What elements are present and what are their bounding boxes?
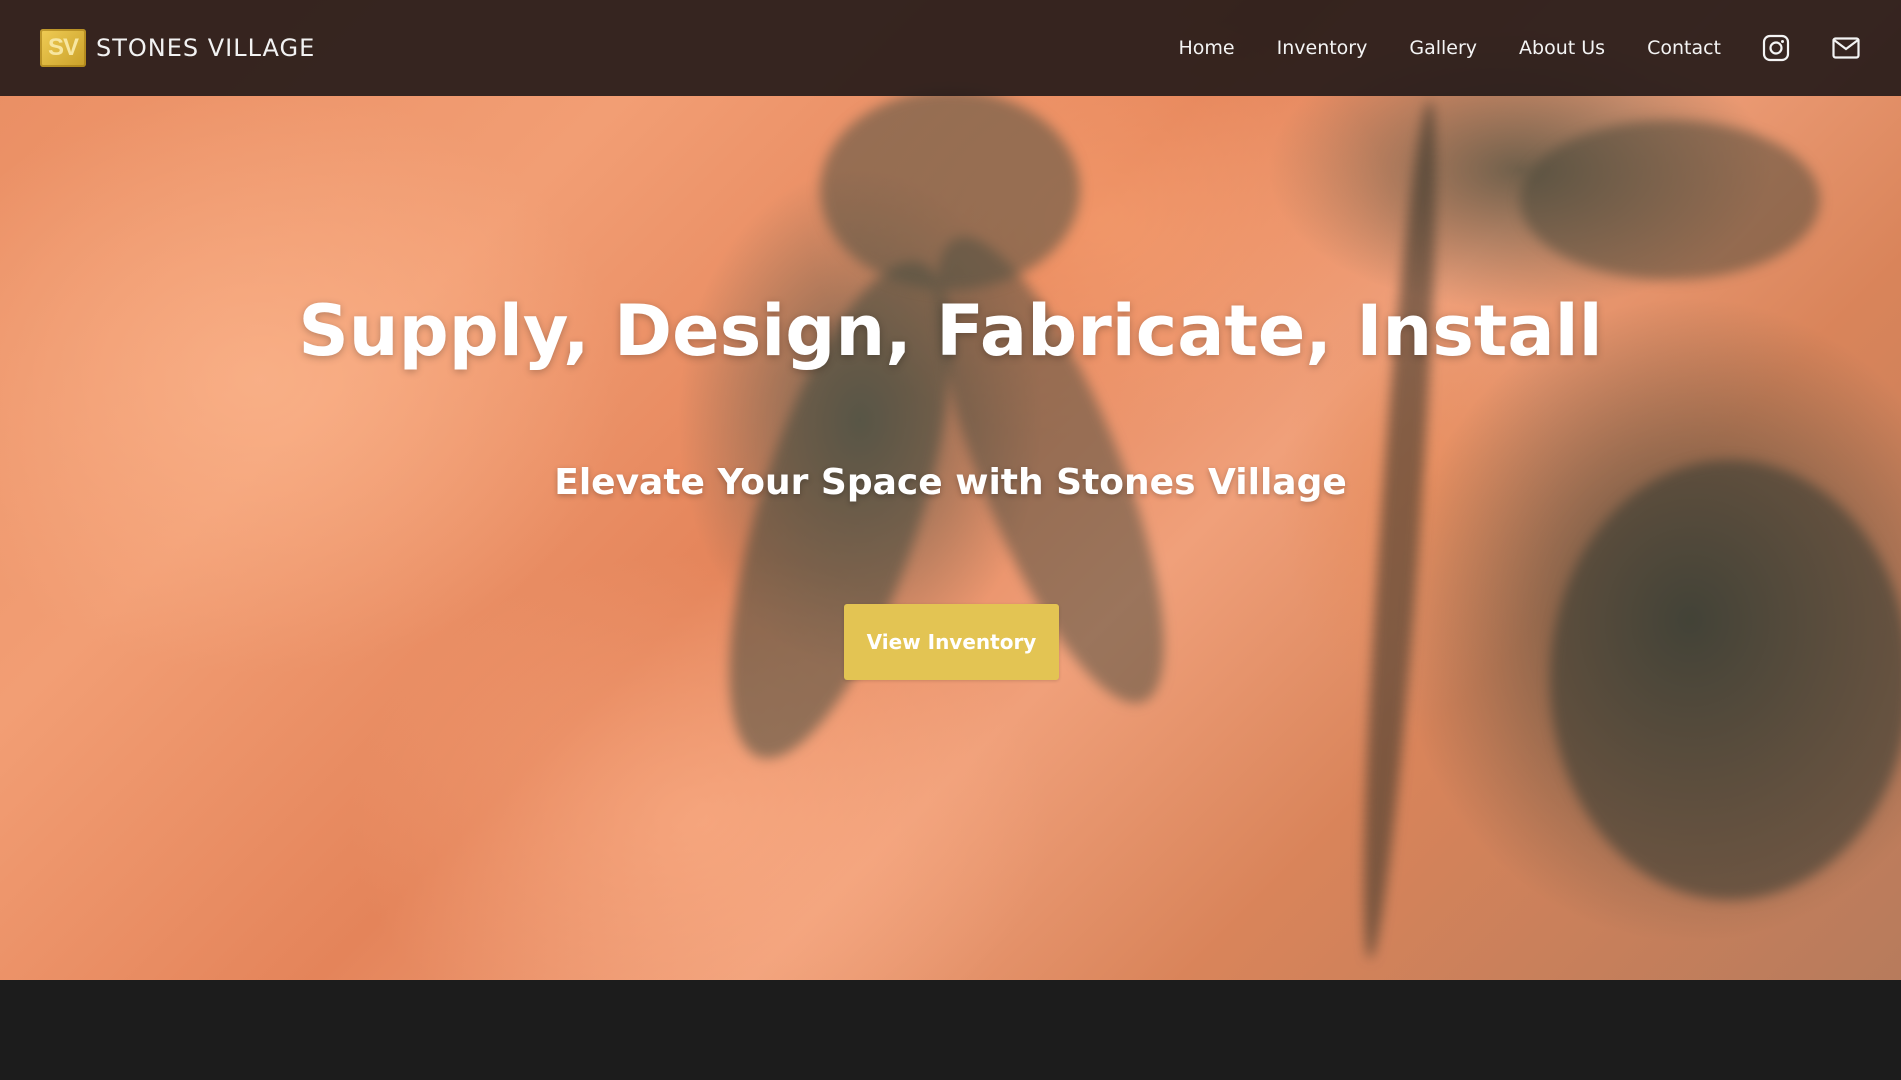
brand-logo: SV (40, 29, 86, 67)
top-navbar: SV STONES VILLAGE Home Inventory Gallery… (0, 0, 1901, 96)
page: SV STONES VILLAGE Home Inventory Gallery… (0, 0, 1901, 1080)
nav-home[interactable]: Home (1179, 37, 1235, 59)
nav-about-us[interactable]: About Us (1519, 37, 1605, 59)
nav-gallery[interactable]: Gallery (1409, 37, 1477, 59)
view-inventory-button[interactable]: View Inventory (844, 604, 1059, 680)
brand-home-link[interactable]: SV STONES VILLAGE (40, 29, 315, 67)
hero-content: Supply, Design, Fabricate, Install Eleva… (0, 0, 1901, 980)
hero-subtitle: Elevate Your Space with Stones Village (554, 462, 1347, 503)
footer-band (0, 980, 1901, 1080)
hero-title: Supply, Design, Fabricate, Install (298, 290, 1603, 372)
nav-inventory[interactable]: Inventory (1277, 37, 1368, 59)
mail-icon[interactable] (1831, 33, 1861, 63)
instagram-icon[interactable] (1761, 33, 1791, 63)
nav-links: Home Inventory Gallery About Us Contact (1179, 33, 1862, 63)
brand-name: STONES VILLAGE (96, 34, 316, 62)
nav-contact[interactable]: Contact (1647, 37, 1721, 59)
